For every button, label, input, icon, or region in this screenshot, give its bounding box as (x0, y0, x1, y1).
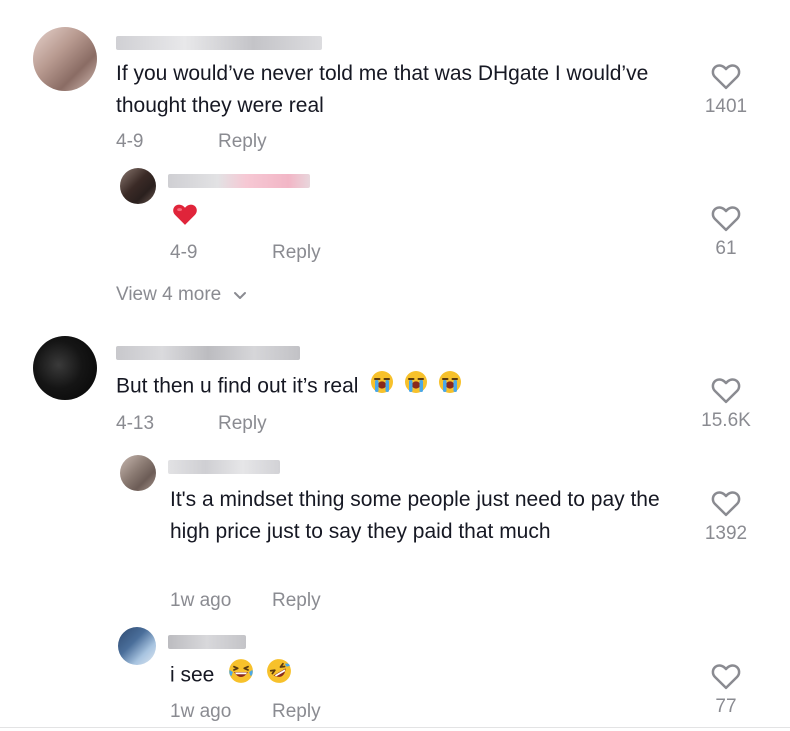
avatar[interactable] (120, 455, 156, 491)
comment-text-content: But then u find out it’s real (116, 374, 359, 398)
like-count: 1392 (704, 523, 748, 544)
comment-text: If you would’ve never told me that was D… (116, 62, 649, 117)
avatar[interactable] (33, 336, 97, 400)
reply-button[interactable]: Reply (218, 413, 267, 435)
username-blurred[interactable] (168, 635, 246, 649)
reply-button[interactable]: Reply (272, 242, 321, 264)
comment-text: But then u find out it’s real (116, 370, 676, 404)
username-blurred[interactable] (116, 346, 300, 360)
loudly-crying-face-emoji (438, 370, 462, 404)
comment-date: 1w ago (170, 590, 232, 611)
loudly-crying-face-emoji (370, 370, 394, 404)
reply-button[interactable]: Reply (218, 131, 267, 153)
comment-text-content: i see (170, 663, 215, 687)
comment-date: 1w ago (170, 701, 232, 722)
loudly-crying-face-emoji (404, 370, 428, 404)
username-blurred[interactable] (168, 174, 310, 188)
like-count: 15.6K (701, 410, 751, 431)
heart-icon (711, 378, 741, 404)
chevron-down-icon (233, 291, 246, 299)
like-button[interactable]: 1392 (696, 489, 756, 545)
reply-button[interactable]: Reply (272, 590, 321, 612)
like-count: 61 (715, 238, 737, 259)
avatar[interactable] (118, 627, 156, 665)
like-button[interactable]: 15.6K (696, 376, 756, 432)
heart-icon (711, 491, 741, 517)
username-blurred[interactable] (168, 460, 280, 474)
view-more-label: View 4 more (116, 284, 222, 305)
comment-date: 4-9 (170, 242, 198, 263)
red-heart-emoji (172, 202, 198, 231)
comment-text: It's a mindset thing some people just ne… (170, 488, 660, 543)
heart-icon (711, 206, 741, 232)
username-blurred[interactable] (116, 36, 322, 50)
rolling-on-floor-laughing-face-emoji (266, 658, 292, 694)
comment-date: 4-9 (116, 131, 144, 152)
bottom-divider (0, 727, 790, 728)
view-more-replies-button[interactable]: View 4 more (116, 284, 247, 306)
avatar[interactable] (33, 27, 97, 91)
heart-icon (711, 664, 741, 690)
comment-text: i see (170, 658, 570, 694)
like-button[interactable]: 61 (696, 204, 756, 260)
like-button[interactable]: 77 (696, 662, 756, 718)
comment-date: 4-13 (116, 413, 155, 434)
like-count: 77 (715, 696, 737, 717)
grinning-squinting-face-emoji (228, 658, 254, 694)
heart-icon (711, 64, 741, 90)
reply-button[interactable]: Reply (272, 701, 321, 723)
avatar[interactable] (120, 168, 156, 204)
like-count: 1401 (704, 96, 748, 117)
like-button[interactable]: 1401 (696, 62, 756, 118)
